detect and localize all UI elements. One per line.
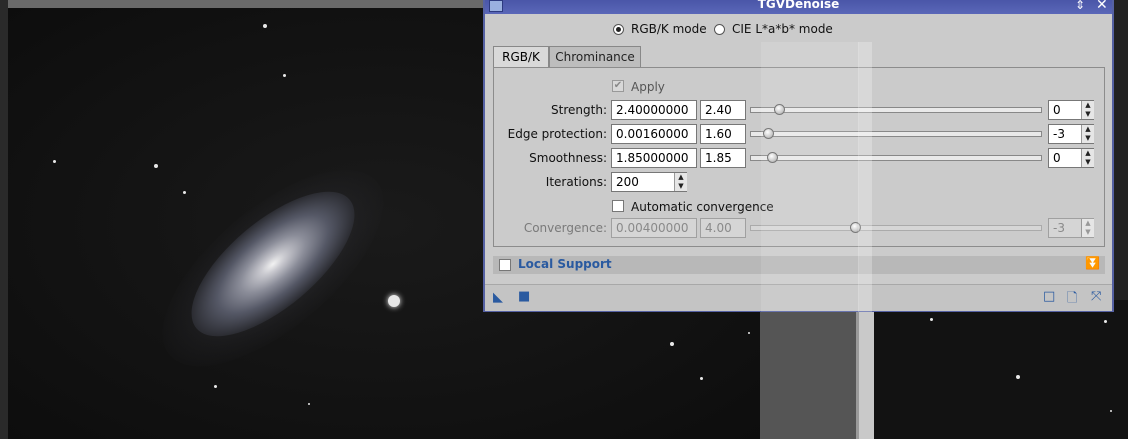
edge-protection-short-field[interactable]: 1.60 xyxy=(700,124,746,144)
star xyxy=(283,74,286,77)
close-icon[interactable]: ✕ xyxy=(1096,0,1108,13)
star xyxy=(1016,375,1020,379)
star xyxy=(263,24,267,28)
star xyxy=(183,191,186,194)
tab-rgbk[interactable]: RGB/K xyxy=(493,46,549,68)
dialog-body: RGB/K mode CIE L*a*b* mode RGB/K Chromin… xyxy=(485,14,1112,284)
scrollbar[interactable] xyxy=(856,300,874,439)
expand-section-icon[interactable]: ⏬ xyxy=(1085,256,1100,270)
smoothness-slider[interactable] xyxy=(750,152,1042,163)
convergence-slider-thumb xyxy=(850,222,861,233)
star xyxy=(670,342,674,346)
star xyxy=(748,332,750,334)
convergence-slider xyxy=(750,222,1042,233)
star xyxy=(1104,320,1107,323)
smoothness-value-field[interactable]: 1.85000000 xyxy=(611,148,697,168)
apply-label: Apply xyxy=(631,80,665,94)
strength-value-field[interactable]: 2.40000000 xyxy=(611,100,697,120)
edge-protection-label: Edge protection: xyxy=(507,127,607,141)
dialog-titlebar[interactable]: TGVDenoise ⇕ ✕ xyxy=(485,0,1112,14)
preview-icon[interactable]: □ xyxy=(1043,289,1055,304)
star xyxy=(308,403,310,405)
convergence-spin-arrows: ▲ ▼ xyxy=(1081,219,1094,237)
convergence-short-field: 4.00 xyxy=(700,218,746,238)
dialog-footer: ◣ ■ □ 🗋 ⤧ xyxy=(485,284,1112,311)
apply-checkbox[interactable]: ✔ xyxy=(612,80,624,92)
iterations-spin-arrows[interactable]: ▲ ▼ xyxy=(674,173,687,191)
convergence-label: Convergence: xyxy=(523,221,607,235)
smoothness-spin-arrows[interactable]: ▲ ▼ xyxy=(1081,149,1094,167)
smoothness-label: Smoothness: xyxy=(529,151,607,165)
star xyxy=(154,164,158,168)
new-instance-icon[interactable]: ◣ xyxy=(493,290,503,305)
apply-global-icon[interactable]: ■ xyxy=(518,289,530,304)
edge-protection-slider-thumb[interactable] xyxy=(763,128,774,139)
star xyxy=(214,385,217,388)
smoothness-short-field[interactable]: 1.85 xyxy=(700,148,746,168)
edge-protection-slider[interactable] xyxy=(750,128,1042,139)
reset-icon[interactable]: 🗋 xyxy=(1067,289,1077,311)
dialog-title: TGVDenoise xyxy=(757,0,840,11)
star xyxy=(930,318,933,321)
astro-image-right xyxy=(874,300,1128,439)
local-support-title[interactable]: Local Support xyxy=(518,257,612,271)
strength-label: Strength: xyxy=(551,103,607,117)
local-support-section[interactable]: Local Support ⏬ xyxy=(493,256,1105,274)
automatic-convergence-checkbox[interactable] xyxy=(612,200,624,212)
strength-slider[interactable] xyxy=(750,104,1042,115)
star xyxy=(1110,410,1112,412)
strength-slider-thumb[interactable] xyxy=(774,104,785,115)
rgbk-mode-radio[interactable] xyxy=(613,24,624,35)
rgbk-mode-label: RGB/K mode xyxy=(631,22,707,36)
star xyxy=(53,160,56,163)
background-panel xyxy=(760,300,856,439)
cielab-mode-radio[interactable] xyxy=(714,24,725,35)
smoothness-slider-thumb[interactable] xyxy=(767,152,778,163)
strength-short-field[interactable]: 2.40 xyxy=(700,100,746,120)
edge-protection-spin-arrows[interactable]: ▲ ▼ xyxy=(1081,125,1094,143)
strength-spin-arrows[interactable]: ▲ ▼ xyxy=(1081,101,1094,119)
edge-protection-value-field[interactable]: 0.00160000 xyxy=(611,124,697,144)
iterations-label: Iterations: xyxy=(545,175,607,189)
collapse-icon[interactable]: ⇕ xyxy=(1075,0,1085,12)
image-window-border xyxy=(0,0,8,439)
maximize-icon[interactable]: ⤧ xyxy=(1091,289,1101,304)
automatic-convergence-label: Automatic convergence xyxy=(631,200,774,214)
tab-chrominance[interactable]: Chrominance xyxy=(549,46,641,68)
convergence-value-field: 0.00400000 xyxy=(611,218,697,238)
cielab-mode-label: CIE L*a*b* mode xyxy=(732,22,833,36)
star xyxy=(388,295,400,307)
image-window-titlebar[interactable] xyxy=(8,0,483,8)
tgvdenoise-dialog: TGVDenoise ⇕ ✕ RGB/K mode CIE L*a*b* mod… xyxy=(483,0,1114,312)
local-support-checkbox[interactable] xyxy=(499,259,511,271)
star xyxy=(700,377,703,380)
